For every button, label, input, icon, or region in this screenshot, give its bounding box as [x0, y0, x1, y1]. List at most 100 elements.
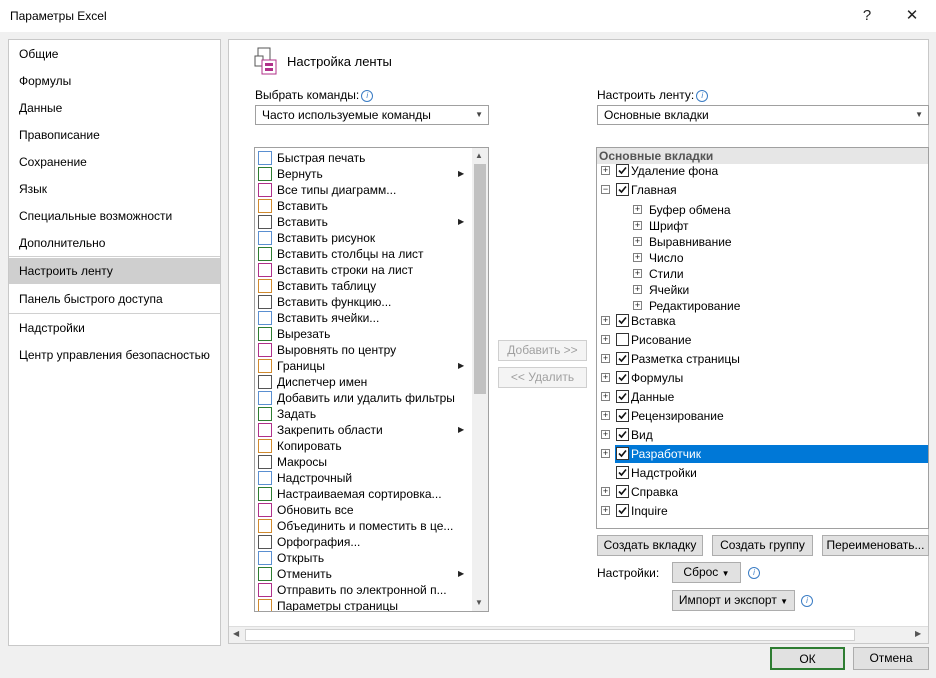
scroll-right-icon[interactable]: ▶: [915, 629, 921, 638]
expand-icon[interactable]: +: [633, 237, 642, 246]
tab-checkbox[interactable]: [616, 485, 629, 498]
command-item[interactable]: Задать: [277, 406, 316, 422]
expand-icon[interactable]: +: [633, 301, 642, 310]
scroll-left-icon[interactable]: ◀: [233, 629, 239, 638]
tree-tab-item[interactable]: Удаление фона: [631, 162, 718, 180]
tab-checkbox[interactable]: [616, 371, 629, 384]
add-button[interactable]: Добавить >>: [498, 340, 587, 361]
new-group-button[interactable]: Создать группу: [712, 535, 813, 556]
command-item[interactable]: Отменить: [277, 566, 332, 582]
tree-tab-item[interactable]: Разработчик: [631, 445, 701, 463]
tab-checkbox[interactable]: [616, 409, 629, 422]
command-item[interactable]: Параметры страницы: [277, 598, 398, 611]
command-item[interactable]: Копировать: [277, 438, 342, 454]
expand-icon[interactable]: +: [633, 285, 642, 294]
command-item[interactable]: Вставить ячейки...: [277, 310, 379, 326]
horizontal-scrollbar[interactable]: ◀ ▶: [229, 626, 928, 643]
nav-item-general[interactable]: Общие: [9, 41, 220, 67]
command-item[interactable]: Объединить и поместить в це...: [277, 518, 453, 534]
tab-checkbox[interactable]: [616, 390, 629, 403]
command-item[interactable]: Макросы: [277, 454, 327, 470]
cancel-button[interactable]: Отмена: [853, 647, 929, 670]
nav-item-trust-center[interactable]: Центр управления безопасностью: [9, 342, 220, 368]
command-item[interactable]: Быстрая печать: [277, 150, 365, 166]
scroll-thumb[interactable]: [474, 164, 486, 394]
choose-commands-combo[interactable]: Часто используемые команды ▼: [255, 105, 489, 125]
expand-icon[interactable]: +: [601, 487, 610, 496]
expand-icon[interactable]: +: [601, 335, 610, 344]
expand-icon[interactable]: +: [601, 449, 610, 458]
remove-button[interactable]: << Удалить: [498, 367, 587, 388]
nav-item-language[interactable]: Язык: [9, 176, 220, 202]
nav-item-quick-access[interactable]: Панель быстрого доступа: [9, 286, 220, 312]
commands-scrollbar[interactable]: ▲ ▼: [472, 148, 488, 611]
nav-item-addins[interactable]: Надстройки: [9, 315, 220, 341]
command-item[interactable]: Выровнять по центру: [277, 342, 396, 358]
tree-tab-item[interactable]: Формулы: [631, 369, 683, 387]
command-item[interactable]: Вставить столбцы на лист: [277, 246, 424, 262]
close-button[interactable]: ✕: [895, 4, 929, 28]
tree-tab-item[interactable]: Главная: [631, 181, 677, 199]
rename-button[interactable]: Переименовать...: [822, 535, 929, 556]
command-item[interactable]: Вставить: [277, 198, 328, 214]
expand-icon[interactable]: +: [601, 506, 610, 515]
import-export-button[interactable]: Импорт и экспорт ▼: [672, 590, 795, 611]
expand-icon[interactable]: +: [633, 269, 642, 278]
expand-icon[interactable]: +: [633, 221, 642, 230]
commands-list[interactable]: Быстрая печать Вернуть ▶ Все типы диаграмм.…: [254, 147, 489, 612]
help-button[interactable]: ?: [850, 4, 884, 28]
command-item[interactable]: Диспетчер имен: [277, 374, 367, 390]
tree-tab-item[interactable]: Inquire: [631, 502, 668, 520]
nav-item-save[interactable]: Сохранение: [9, 149, 220, 175]
expand-icon[interactable]: +: [601, 354, 610, 363]
command-item[interactable]: Вставить рисунок: [277, 230, 375, 246]
command-item[interactable]: Вставить функцию...: [277, 294, 391, 310]
command-item[interactable]: Все типы диаграмм...: [277, 182, 396, 198]
expand-icon[interactable]: +: [601, 430, 610, 439]
tab-checkbox[interactable]: [616, 333, 629, 346]
ok-button[interactable]: ОК: [770, 647, 845, 670]
command-item[interactable]: Добавить или удалить фильтры: [277, 390, 455, 406]
command-item[interactable]: Надстрочный: [277, 470, 352, 486]
tree-tab-item[interactable]: Разметка страницы: [631, 350, 740, 368]
expand-icon[interactable]: +: [601, 166, 610, 175]
tab-checkbox[interactable]: [616, 447, 629, 460]
expand-icon[interactable]: +: [601, 411, 610, 420]
tab-checkbox[interactable]: [616, 466, 629, 479]
nav-item-proofing[interactable]: Правописание: [9, 122, 220, 148]
expand-icon[interactable]: +: [601, 373, 610, 382]
import-export-info[interactable]: i: [799, 593, 813, 607]
new-tab-button[interactable]: Создать вкладку: [597, 535, 703, 556]
info-icon[interactable]: i: [801, 595, 813, 607]
nav-item-accessibility[interactable]: Специальные возможности: [9, 203, 220, 229]
scroll-down-icon[interactable]: ▼: [475, 598, 483, 607]
command-item[interactable]: Вставить таблицу: [277, 278, 376, 294]
nav-item-customize-ribbon[interactable]: Настроить ленту: [9, 258, 220, 284]
tree-tab-item[interactable]: Надстройки: [631, 464, 697, 482]
reset-info[interactable]: i: [746, 565, 760, 579]
tree-tab-item[interactable]: Данные: [631, 388, 674, 406]
command-item[interactable]: Орфография...: [277, 534, 360, 550]
command-item[interactable]: Обновить все: [277, 502, 354, 518]
scroll-up-icon[interactable]: ▲: [475, 151, 483, 160]
info-icon[interactable]: i: [748, 567, 760, 579]
command-item[interactable]: Вставить строки на лист: [277, 262, 413, 278]
tree-tab-item[interactable]: Рисование: [631, 331, 691, 349]
command-item[interactable]: Открыть: [277, 550, 324, 566]
tab-checkbox[interactable]: [616, 164, 629, 177]
nav-item-formulas[interactable]: Формулы: [9, 68, 220, 94]
command-item[interactable]: Отправить по электронной п...: [277, 582, 447, 598]
ribbon-tree[interactable]: Основные вкладки + Удаление фона − Главная +…: [596, 147, 929, 529]
tab-checkbox[interactable]: [616, 352, 629, 365]
reset-button[interactable]: Сброс ▼: [672, 562, 741, 583]
tree-tab-item[interactable]: Справка: [631, 483, 678, 501]
collapse-icon[interactable]: −: [601, 185, 610, 194]
nav-item-advanced[interactable]: Дополнительно: [9, 230, 220, 256]
customize-ribbon-combo[interactable]: Основные вкладки ▼: [597, 105, 929, 125]
info-icon[interactable]: i: [361, 90, 374, 102]
command-item[interactable]: Вырезать: [277, 326, 330, 342]
tab-checkbox[interactable]: [616, 428, 629, 441]
tab-checkbox[interactable]: [616, 183, 629, 196]
tree-tab-item[interactable]: Рецензирование: [631, 407, 724, 425]
command-item[interactable]: Вернуть: [277, 166, 323, 182]
